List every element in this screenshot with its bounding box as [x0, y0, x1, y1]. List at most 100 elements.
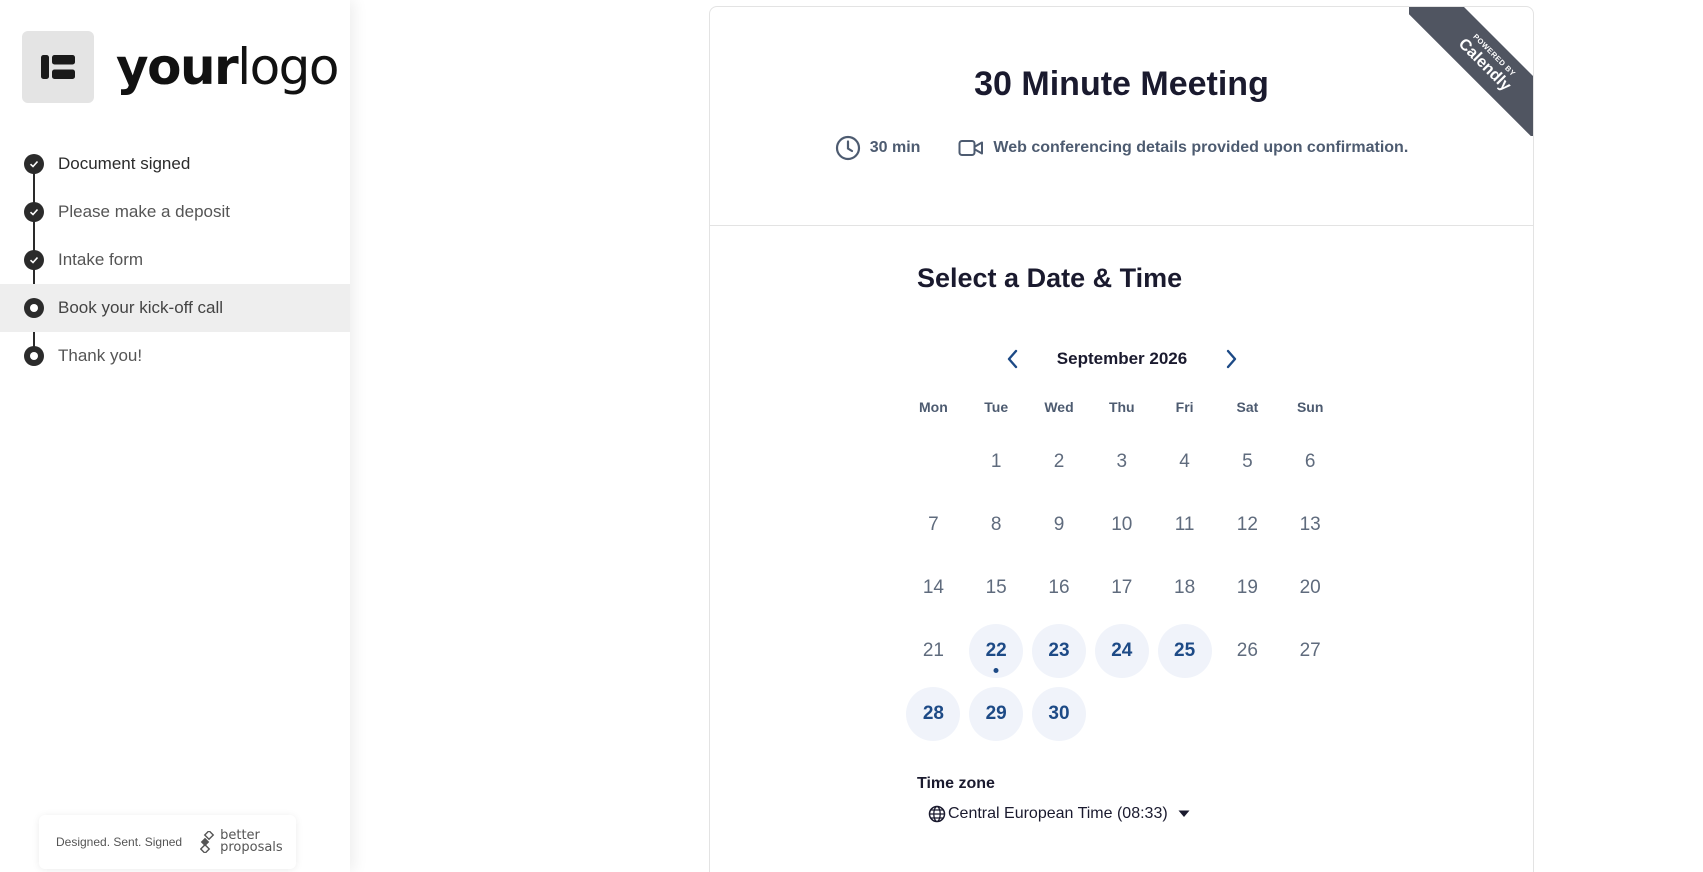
- calendar-cell: 16: [1028, 557, 1091, 620]
- calendar-cell: 20: [1279, 557, 1342, 620]
- step-complete-icon: [24, 154, 44, 174]
- unavailable-day: 17: [1111, 576, 1133, 598]
- unavailable-day: 4: [1179, 451, 1190, 473]
- weekday-mon: Mon: [919, 399, 948, 415]
- weekday-sun: Sun: [1296, 399, 1324, 415]
- calendar-cell: 18: [1153, 557, 1216, 620]
- calendar-cell: 13: [1279, 494, 1342, 557]
- calendar-cell: 26: [1216, 619, 1279, 682]
- calendar-cell: 2: [1028, 431, 1091, 494]
- calendar-cell: 24: [1090, 619, 1153, 682]
- unavailable-day: 9: [1053, 514, 1065, 536]
- step-current-icon: [24, 298, 44, 318]
- logo-mark-icon: [22, 31, 94, 103]
- duration-text: 30 min: [869, 139, 921, 156]
- calendar-cell: [1279, 682, 1342, 745]
- unavailable-day: 19: [1236, 576, 1258, 598]
- calendar-cell: 23: [1028, 619, 1091, 682]
- timezone-select[interactable]: Central European Time (08:33): [928, 805, 1190, 823]
- unavailable-day: 11: [1174, 514, 1195, 536]
- step-make-deposit[interactable]: Please make a deposit: [0, 188, 350, 236]
- calendar-week: 28 29 30: [902, 682, 1342, 745]
- event-details: 30 min Web conferencing details provided…: [710, 135, 1533, 161]
- chevron-left-icon: [1007, 349, 1018, 369]
- calendar-cell: 28: [902, 682, 965, 745]
- calendar-cell: 12: [1216, 494, 1279, 557]
- unavailable-day: 20: [1299, 576, 1321, 598]
- available-day-button[interactable]: 24: [1094, 623, 1149, 678]
- step-label: Please make a deposit: [58, 202, 230, 221]
- available-day-button[interactable]: 25: [1157, 623, 1212, 678]
- footer-tagline: Designed. Sent. Signed: [56, 835, 183, 849]
- unavailable-day: 1: [990, 451, 1002, 473]
- unavailable-day: 10: [1111, 514, 1133, 536]
- better-proposals-logo: better proposals: [200, 829, 283, 854]
- month-navigation: September 2026: [996, 343, 1248, 375]
- better-proposals-badge[interactable]: Designed. Sent. Signed better proposals: [39, 815, 296, 869]
- calendar-cell: 15: [965, 557, 1028, 620]
- step-book-kickoff-call[interactable]: Book your kick-off call: [0, 284, 350, 332]
- unavailable-day: 3: [1116, 451, 1128, 473]
- progress-steps: Document signed Please make a deposit In…: [0, 140, 350, 380]
- current-month: September 2026: [1056, 349, 1188, 368]
- available-day-button[interactable]: 28: [906, 686, 961, 741]
- calendar-cell: 17: [1090, 557, 1153, 620]
- calendar-cell: 1: [965, 431, 1028, 494]
- unavailable-day: 7: [928, 514, 939, 536]
- calendly-booking-card: POWERED BY Calendly 30 Minute Meeting 30…: [709, 6, 1534, 872]
- timezone-value: Central European Time (08:33): [948, 805, 1168, 822]
- weekday-wed: Wed: [1044, 399, 1074, 415]
- calendar-cell: 5: [1216, 431, 1279, 494]
- calendar-cell: 25: [1153, 619, 1216, 682]
- calendar-cell: 9: [1028, 494, 1091, 557]
- select-date-heading: Select a Date & Time: [917, 263, 1183, 293]
- calendar-cell: 4: [1153, 431, 1216, 494]
- unavailable-day: 12: [1236, 514, 1258, 536]
- unavailable-day: 27: [1299, 639, 1321, 661]
- calendar-weeks: 1 2 3 4 5 6 7 8 9 10 11 12 13 14 15 16 17 18 19 20 21 22 23 24 2…: [902, 431, 1342, 745]
- step-label: Document signed: [58, 154, 191, 173]
- weekday-sat: Sat: [1236, 399, 1259, 415]
- calendar-cell: 19: [1216, 557, 1279, 620]
- calendar-cell: 21: [902, 619, 965, 682]
- step-label: Intake form: [58, 250, 144, 269]
- calendar-cell: 11: [1153, 494, 1216, 557]
- step-upcoming-icon: [24, 346, 44, 366]
- step-thank-you[interactable]: Thank you!: [0, 332, 350, 380]
- calendar-cell: 14: [902, 557, 965, 620]
- caret-down-icon: [1178, 810, 1190, 817]
- available-day-button[interactable]: 22: [969, 623, 1024, 678]
- step-complete-icon: [24, 250, 44, 270]
- event-location: Web conferencing details provided upon c…: [958, 138, 1408, 158]
- calendar-cell: 7: [902, 494, 965, 557]
- calendar-cell: 10: [1090, 494, 1153, 557]
- available-day-button[interactable]: 30: [1031, 686, 1086, 741]
- unavailable-day: 16: [1048, 576, 1070, 598]
- calendar-cell: 8: [965, 494, 1028, 557]
- step-document-signed[interactable]: Document signed: [0, 140, 350, 188]
- step-intake-form[interactable]: Intake form: [0, 236, 350, 284]
- globe-icon: [928, 805, 946, 823]
- calendar-week: 21 22 23 24 25 26 27: [902, 619, 1342, 682]
- calendar-cell: [1090, 682, 1153, 745]
- clock-icon: [835, 135, 860, 161]
- available-day-button[interactable]: 29: [969, 686, 1024, 741]
- unavailable-day: 15: [985, 576, 1007, 598]
- event-duration: 30 min: [835, 135, 921, 161]
- unavailable-day: 13: [1299, 514, 1321, 536]
- unavailable-day: 6: [1304, 451, 1316, 473]
- previous-month-button[interactable]: [996, 343, 1028, 375]
- calendar-cell: 29: [965, 682, 1028, 745]
- calendar-week: 7 8 9 10 11 12 13: [902, 494, 1342, 557]
- calendar-cell: 22: [965, 619, 1028, 682]
- logo-wordmark: yourlogo: [116, 38, 340, 96]
- calendar-cell: 27: [1279, 619, 1342, 682]
- calendar-cell: 6: [1279, 431, 1342, 494]
- unavailable-day: 14: [922, 576, 944, 598]
- weekday-fri: Fri: [1175, 399, 1194, 415]
- calendar-cell: 30: [1028, 682, 1091, 745]
- available-day-button[interactable]: 23: [1031, 623, 1086, 678]
- calendar-cell: [902, 431, 965, 494]
- next-month-button[interactable]: [1216, 343, 1248, 375]
- weekday-tue: Tue: [984, 399, 1009, 415]
